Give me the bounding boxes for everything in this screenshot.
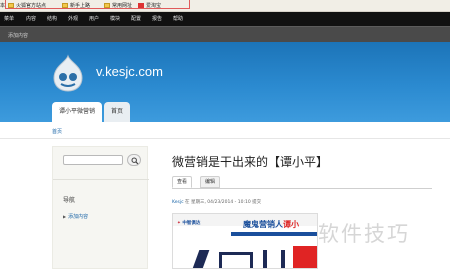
site-header: v.kesjc.com 谭小平微营销 首页 bbox=[0, 42, 450, 122]
bookmark-item[interactable]: 火狐官方站点 bbox=[8, 2, 46, 10]
admin-menu-item[interactable]: 菜单 bbox=[4, 15, 14, 22]
admin-menu-item[interactable]: 帮助 bbox=[173, 15, 183, 22]
shortcut-add-content[interactable]: 添加内容 bbox=[8, 32, 28, 39]
article-image-headline: 魔鬼营销人谭小 bbox=[243, 220, 299, 229]
folder-icon bbox=[104, 3, 110, 8]
author-link[interactable]: Kesjc bbox=[172, 200, 184, 205]
article-image-graphic bbox=[293, 246, 317, 268]
nav-link-add-content[interactable]: ▶ 添加内容 bbox=[63, 213, 88, 220]
red-square-icon bbox=[138, 3, 144, 8]
bookmark-item[interactable]: 本 bbox=[0, 2, 5, 10]
bookmark-item[interactable]: 新手上路 bbox=[62, 2, 90, 10]
watermark: 软件技巧 bbox=[318, 222, 410, 246]
search-input[interactable] bbox=[63, 155, 123, 165]
search-icon bbox=[131, 157, 139, 165]
sidebar: 导航 ▶ 添加内容 bbox=[52, 146, 149, 269]
tab-tan-xiaoping[interactable]: 谭小平微营销 bbox=[52, 102, 103, 122]
admin-menu-item[interactable]: 配置 bbox=[131, 15, 141, 22]
article-image: ✦ 中智俱达 魔鬼营销人谭小 bbox=[172, 213, 318, 269]
article-image-graphic bbox=[190, 250, 210, 268]
shortcut-bar: 添加内容 bbox=[0, 26, 450, 42]
content-divider bbox=[0, 138, 450, 139]
search-button[interactable] bbox=[127, 154, 141, 166]
bullet-icon: ▶ bbox=[63, 214, 67, 219]
tab-edit[interactable]: 编辑 bbox=[200, 176, 221, 188]
admin-toolbar: 菜单 内容 结构 外观 用户 模块 配置 报告 帮助 bbox=[0, 12, 450, 26]
admin-menu-item[interactable]: 用户 bbox=[89, 15, 99, 22]
tab-view[interactable]: 查看 bbox=[172, 176, 193, 188]
admin-menu-item[interactable]: 外观 bbox=[68, 15, 78, 22]
node-tabs-underline bbox=[172, 188, 432, 189]
tab-home[interactable]: 首页 bbox=[104, 102, 131, 122]
bookmark-item[interactable]: 爱淘宝 bbox=[138, 2, 161, 10]
site-name[interactable]: v.kesjc.com bbox=[96, 64, 163, 79]
folder-icon bbox=[62, 3, 68, 8]
bookmarks-bar: 本 火狐官方站点 新手上路 常用网址 爱淘宝 bbox=[0, 0, 450, 12]
article-image-stripe bbox=[231, 232, 317, 236]
node-title: 微营销是干出来的【谭小平】 bbox=[172, 155, 329, 169]
admin-menu-item[interactable]: 模块 bbox=[110, 15, 120, 22]
admin-menu-item[interactable]: 报告 bbox=[152, 15, 162, 22]
article-image-graphic bbox=[219, 252, 253, 268]
navigation-title: 导航 bbox=[63, 197, 76, 204]
drupal-logo-icon[interactable] bbox=[52, 54, 84, 92]
submitted-info: Kesjc 在 星期三, 04/23/2014 - 10:10 提交 bbox=[172, 200, 262, 205]
block-separator bbox=[53, 179, 149, 180]
article-image-graphic bbox=[263, 250, 285, 268]
folder-icon bbox=[8, 3, 14, 8]
bookmark-item[interactable]: 常用网址 bbox=[104, 2, 132, 10]
admin-menu-item[interactable]: 内容 bbox=[26, 15, 36, 22]
breadcrumb[interactable]: 首页 bbox=[52, 128, 62, 135]
admin-menu-item[interactable]: 结构 bbox=[47, 15, 57, 22]
article-image-logo: ✦ 中智俱达 bbox=[177, 221, 201, 226]
